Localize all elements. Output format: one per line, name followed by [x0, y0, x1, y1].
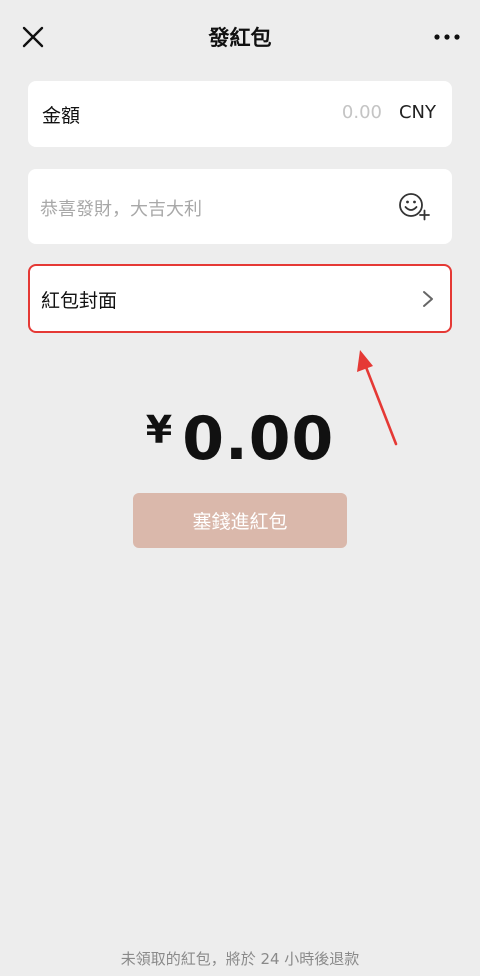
- amount-label: 金額: [42, 105, 81, 127]
- currency-symbol: ¥: [145, 408, 173, 452]
- nav-bar: 發紅包: [0, 0, 480, 76]
- total-amount: ¥0.00: [0, 404, 480, 474]
- more-icon[interactable]: [432, 30, 462, 44]
- page-title: 發紅包: [208, 26, 272, 50]
- put-money-button[interactable]: 塞錢進紅包: [133, 493, 347, 548]
- refund-note: 未領取的紅包，將於 24 小時後退款: [120, 950, 360, 968]
- cover-label: 紅包封面: [41, 290, 118, 312]
- emoji-plus-icon[interactable]: [398, 191, 430, 221]
- currency-label: CNY: [398, 102, 436, 123]
- greeting-card: 恭喜發財，大吉大利: [28, 169, 452, 244]
- chevron-right-icon: [423, 291, 433, 307]
- greeting-input[interactable]: 恭喜發財，大吉大利: [40, 195, 202, 221]
- amount-input[interactable]: 0.00: [342, 102, 382, 123]
- red-packet-cover-row[interactable]: 紅包封面: [28, 264, 452, 333]
- amount-card: 金額 0.00 CNY: [28, 81, 452, 147]
- total-value: 0.00: [182, 404, 335, 474]
